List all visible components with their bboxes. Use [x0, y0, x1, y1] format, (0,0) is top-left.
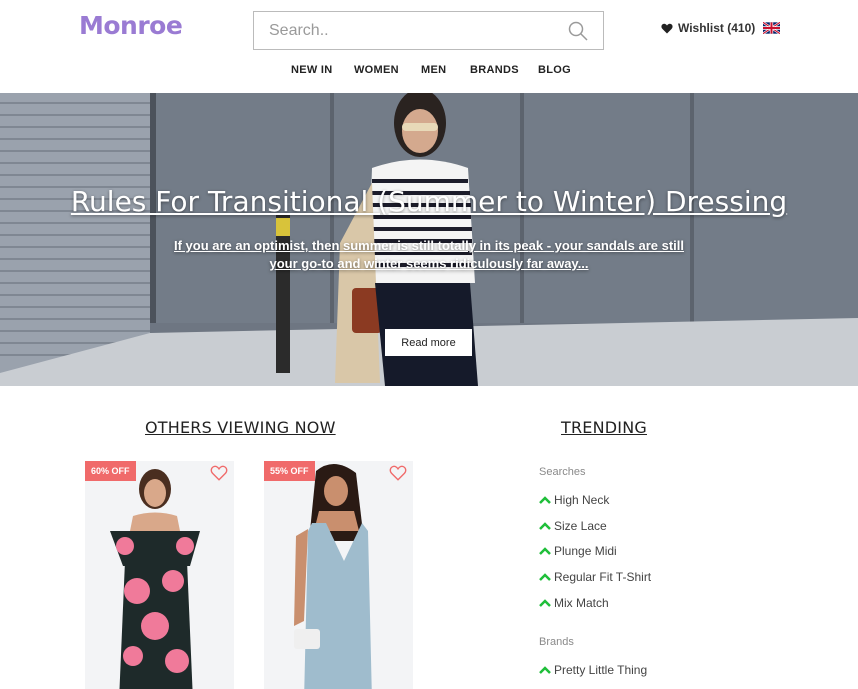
nav-item-brands[interactable]: BRANDS: [470, 64, 519, 76]
product-image: [85, 461, 234, 689]
trending-search-label: Mix Match: [554, 596, 609, 610]
searches-heading: Searches: [539, 466, 586, 478]
hero-banner: Rules For Transitional (Summer to Winter…: [0, 93, 858, 386]
trending-brand-label: Pretty Little Thing: [554, 663, 648, 677]
nav-item-men[interactable]: MEN: [421, 64, 446, 76]
trending-search-label: Plunge Midi: [554, 544, 617, 558]
read-more-button[interactable]: Read more: [385, 329, 472, 356]
hero-subtitle[interactable]: If you are an optimist, then summer is s…: [160, 237, 698, 273]
hero-title[interactable]: Rules For Transitional (Summer to Winter…: [0, 185, 858, 218]
trending-search-label: Size Lace: [554, 519, 607, 533]
discount-badge: 60% OFF: [85, 461, 136, 481]
uk-flag-icon[interactable]: [763, 22, 780, 34]
trending-search-item[interactable]: High Neck: [539, 493, 609, 507]
nav-item-women[interactable]: WOMEN: [354, 64, 399, 76]
trending-title: TRENDING: [561, 418, 647, 437]
trending-search-item[interactable]: Size Lace: [539, 519, 607, 533]
trend-up-icon: [539, 547, 551, 555]
wishlist-label: Wishlist (410): [678, 21, 756, 35]
trending-search-label: Regular Fit T-Shirt: [554, 570, 652, 584]
trending-search-item[interactable]: Regular Fit T-Shirt: [539, 570, 651, 584]
trending-search-item[interactable]: Mix Match: [539, 596, 609, 610]
product-card[interactable]: 60% OFF: [85, 461, 234, 689]
nav-item-new-in[interactable]: NEW IN: [291, 64, 333, 76]
trending-search-label: High Neck: [554, 493, 610, 507]
search-input[interactable]: [254, 12, 544, 49]
others-viewing-title: OTHERS VIEWING NOW: [145, 418, 336, 437]
logo[interactable]: Monroe: [79, 11, 183, 40]
heart-outline-icon[interactable]: [210, 464, 228, 482]
heart-outline-icon[interactable]: [389, 464, 407, 482]
product-image: [264, 461, 413, 689]
discount-badge: 55% OFF: [264, 461, 315, 481]
trend-up-icon: [539, 522, 551, 530]
heart-icon: [661, 23, 673, 33]
product-card[interactable]: 55% OFF: [264, 461, 413, 689]
site-header: Monroe Wishlist (410) NEW IN WOMEN MEN B…: [0, 0, 858, 93]
trend-up-icon: [539, 666, 551, 674]
trend-up-icon: [539, 573, 551, 581]
trending-brand-item[interactable]: Pretty Little Thing: [539, 663, 647, 677]
brands-heading: Brands: [539, 636, 574, 648]
nav-item-blog[interactable]: BLOG: [538, 64, 571, 76]
trend-up-icon: [539, 496, 551, 504]
trending-search-item[interactable]: Plunge Midi: [539, 544, 617, 558]
search-icon[interactable]: [568, 21, 588, 41]
trend-up-icon: [539, 599, 551, 607]
search-box: [253, 11, 604, 50]
wishlist-link[interactable]: Wishlist (410): [661, 21, 755, 35]
